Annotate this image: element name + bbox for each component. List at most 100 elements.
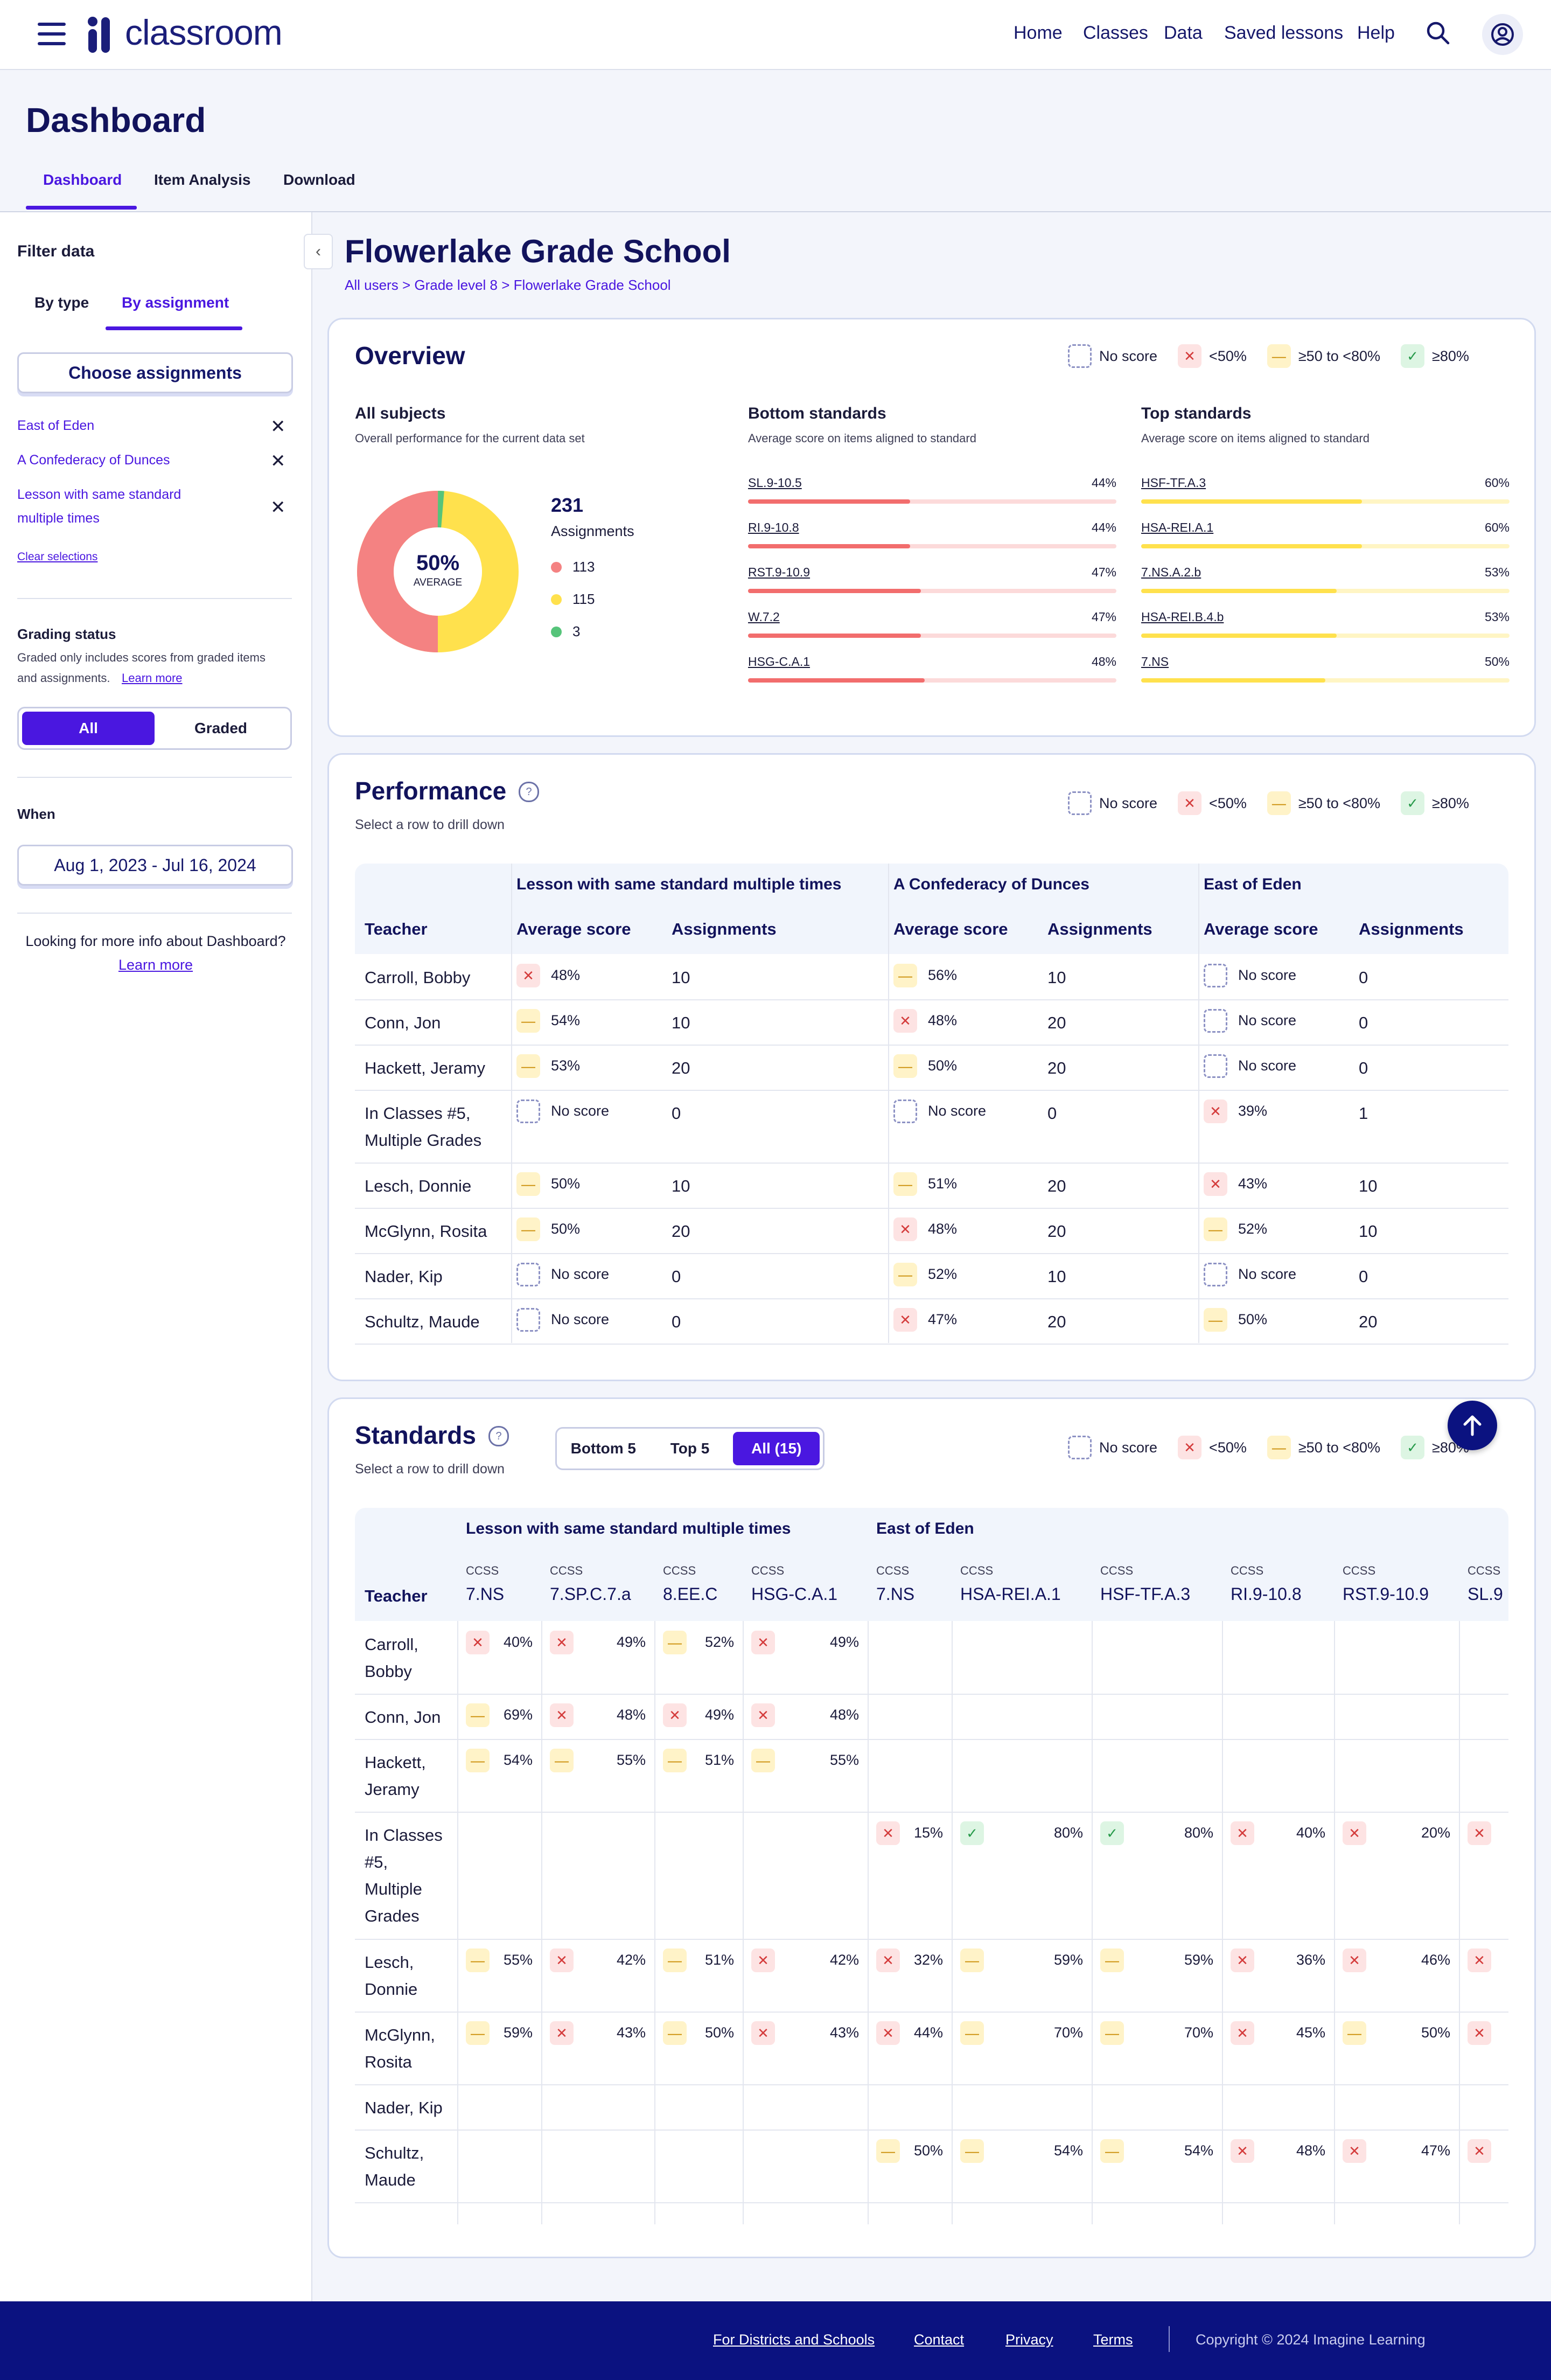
- table-row[interactable]: [355, 1739, 1508, 1812]
- teacher-column-header[interactable]: Teacher: [365, 1586, 428, 1606]
- scroll-to-top-button[interactable]: [1448, 1401, 1497, 1450]
- date-range-picker[interactable]: Aug 1, 2023 - Jul 16, 2024: [17, 845, 293, 886]
- standard-bar-fill: [748, 678, 925, 683]
- collapse-sidebar-button[interactable]: ‹: [304, 234, 333, 269]
- standard-code[interactable]: HSF-TF.A.3: [1100, 1584, 1190, 1604]
- choose-assignments-button[interactable]: Choose assignments: [17, 352, 293, 393]
- legend-mid: ≥50 to <80%: [1298, 347, 1381, 364]
- nav-classes[interactable]: Classes: [1083, 23, 1148, 44]
- tab-by-assignment[interactable]: By assignment: [122, 294, 229, 311]
- teacher-name: Multiple: [365, 1880, 422, 1898]
- table-row[interactable]: [355, 1939, 1508, 2012]
- average-score-value: No score: [928, 1103, 987, 1119]
- teacher-name: Nader, Kip: [365, 2098, 443, 2117]
- standard-code[interactable]: 7.NS: [876, 1584, 914, 1604]
- standard-code[interactable]: RI.9-10.8: [1231, 1584, 1302, 1604]
- standard-score-value: 45%: [1296, 2024, 1325, 2041]
- nav-saved-lessons[interactable]: Saved lessons: [1224, 23, 1343, 44]
- search-icon[interactable]: [1426, 20, 1450, 45]
- standard-code[interactable]: SL.9: [1468, 1584, 1503, 1604]
- footer-districts-link[interactable]: For Districts and Schools: [713, 2332, 875, 2348]
- footer-terms-link[interactable]: Terms: [1093, 2332, 1133, 2348]
- standard-link[interactable]: 7.NS.A.2.b: [1141, 565, 1201, 580]
- filter-title: Filter data: [17, 242, 95, 260]
- remove-confederacy-icon[interactable]: ✕: [270, 450, 286, 472]
- table-row[interactable]: [355, 2012, 1508, 2084]
- grading-all-option[interactable]: All: [22, 712, 155, 745]
- selected-assignment-east-of-eden[interactable]: East of Eden: [17, 418, 94, 434]
- standard-code[interactable]: 7.SP.C.7.a: [550, 1584, 631, 1604]
- table-row[interactable]: [355, 1621, 1508, 1694]
- assignments-count: 0: [1359, 968, 1368, 987]
- assignments-column-header[interactable]: Assignments: [1359, 920, 1464, 939]
- average-score-column-header[interactable]: Average score: [1204, 920, 1318, 939]
- average-score-value: No score: [1238, 1012, 1297, 1028]
- help-circle-icon[interactable]: ?: [519, 782, 539, 802]
- tab-dashboard[interactable]: Dashboard: [43, 171, 122, 189]
- standard-link[interactable]: HSG-C.A.1: [748, 655, 810, 669]
- standard-code-prefix: CCSS: [1100, 1564, 1134, 1577]
- standard-code[interactable]: HSG-C.A.1: [751, 1584, 837, 1604]
- average-score-value: No score: [551, 1311, 610, 1327]
- selected-assignment-lesson-line1[interactable]: Lesson with same standard: [17, 487, 181, 503]
- more-info-link[interactable]: Learn more: [0, 957, 311, 973]
- assignments-column-header[interactable]: Assignments: [1047, 920, 1152, 939]
- tab-by-type[interactable]: By type: [34, 294, 89, 311]
- high-score-icon: ✓: [1401, 344, 1425, 368]
- help-circle-icon[interactable]: ?: [488, 1426, 509, 1446]
- breadcrumb-school[interactable]: Flowerlake Grade School: [514, 277, 671, 293]
- standard-code[interactable]: 7.NS: [466, 1584, 504, 1604]
- clear-selections-link[interactable]: Clear selections: [17, 551, 97, 563]
- top-5-option[interactable]: Top 5: [647, 1432, 733, 1465]
- selected-assignment-lesson-line2[interactable]: multiple times: [17, 511, 100, 526]
- assignments-column-header[interactable]: Assignments: [672, 920, 777, 939]
- all-option[interactable]: All (15): [733, 1432, 820, 1465]
- grading-graded-option[interactable]: Graded: [155, 712, 287, 745]
- standard-link[interactable]: SL.9-10.5: [748, 476, 802, 490]
- teacher-column-header[interactable]: Teacher: [365, 920, 428, 939]
- standard-value: 60%: [1484, 476, 1510, 490]
- standard-link[interactable]: RST.9-10.9: [748, 565, 810, 580]
- assignments-count: 20: [1047, 1059, 1066, 1077]
- standard-score-value: 15%: [913, 1825, 943, 1841]
- remove-lesson-icon[interactable]: ✕: [270, 497, 286, 518]
- standard-code[interactable]: 8.EE.C: [663, 1584, 717, 1604]
- bottom-5-option[interactable]: Bottom 5: [560, 1432, 647, 1465]
- standard-link[interactable]: 7.NS: [1141, 655, 1169, 669]
- app-name[interactable]: classroom: [125, 12, 283, 53]
- low-score-icon: ✕: [1204, 1172, 1227, 1196]
- menu-icon[interactable]: [38, 23, 66, 46]
- table-row[interactable]: [355, 2084, 1508, 2130]
- grading-status-desc-1: Graded only includes scores from graded …: [17, 651, 266, 664]
- nav-data[interactable]: Data: [1164, 23, 1203, 44]
- grading-learn-more-link[interactable]: Learn more: [122, 668, 183, 688]
- tab-item-analysis[interactable]: Item Analysis: [154, 171, 250, 189]
- standard-score-value: 54%: [503, 1752, 533, 1768]
- selected-assignment-confederacy[interactable]: A Confederacy of Dunces: [17, 453, 170, 468]
- table-row[interactable]: [355, 2130, 1508, 2202]
- standard-code[interactable]: RST.9-10.9: [1343, 1584, 1429, 1604]
- yellow-dot-icon: [551, 594, 562, 605]
- footer-divider: [1169, 2326, 1170, 2352]
- remove-east-of-eden-icon[interactable]: ✕: [270, 416, 286, 437]
- standard-link[interactable]: HSF-TF.A.3: [1141, 476, 1206, 490]
- performance-subtitle: Select a row to drill down: [355, 817, 505, 832]
- nav-help[interactable]: Help: [1357, 23, 1395, 44]
- average-score-column-header[interactable]: Average score: [516, 920, 631, 939]
- breadcrumb-all-users[interactable]: All users: [345, 277, 399, 293]
- low-score-icon: ✕: [1204, 1099, 1227, 1123]
- breadcrumb-grade[interactable]: Grade level 8: [414, 277, 498, 293]
- teacher-name: Hackett, Jeramy: [365, 1059, 485, 1077]
- footer-contact-link[interactable]: Contact: [914, 2332, 964, 2348]
- footer-privacy-link[interactable]: Privacy: [1005, 2332, 1053, 2348]
- standard-link[interactable]: HSA-REI.B.4.b: [1141, 610, 1224, 624]
- standard-link[interactable]: W.7.2: [748, 610, 780, 624]
- average-score-column-header[interactable]: Average score: [893, 920, 1008, 939]
- nav-home[interactable]: Home: [1014, 23, 1063, 44]
- standard-link[interactable]: HSA-REI.A.1: [1141, 520, 1213, 535]
- standard-link[interactable]: RI.9-10.8: [748, 520, 799, 535]
- standard-code[interactable]: HSA-REI.A.1: [960, 1584, 1061, 1604]
- account-icon[interactable]: [1482, 14, 1523, 55]
- teacher-name: #5,: [365, 1853, 388, 1871]
- tab-download[interactable]: Download: [283, 171, 355, 189]
